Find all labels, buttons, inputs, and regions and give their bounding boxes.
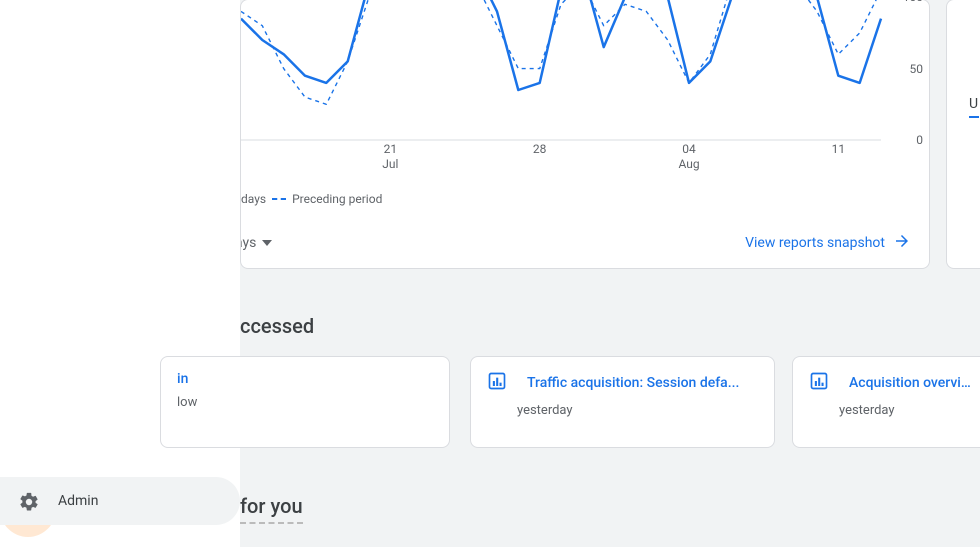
link-text: View reports snapshot xyxy=(745,235,885,251)
recent-card-2-sub: yesterday xyxy=(517,403,758,418)
date-range-selector[interactable]: ays xyxy=(240,235,272,251)
recent-card-2-title: Traffic acquisition: Session defa... xyxy=(527,375,739,391)
recent-card-1-title: in xyxy=(177,371,433,387)
recent-card-3-title: Acquisition overview xyxy=(849,375,976,391)
gear-icon[interactable] xyxy=(18,491,40,517)
chevron-down-icon xyxy=(262,240,272,246)
section-recently-accessed-heading: ccessed xyxy=(240,314,314,338)
dash-swatch-icon xyxy=(272,198,286,200)
content-area: 0 50 100 21Jul 28 04Aug 11 days Preceding per… xyxy=(240,0,980,547)
side-card-partial: U xyxy=(946,0,980,269)
y-tick: 0 xyxy=(916,133,923,147)
bar-chart-icon xyxy=(487,371,507,395)
y-tick: 50 xyxy=(910,62,924,76)
line-chart xyxy=(241,0,921,160)
recent-card-1[interactable]: in low xyxy=(160,356,450,448)
sidebar: Admin xyxy=(0,0,240,547)
x-tick: 21Jul xyxy=(382,142,398,172)
recent-card-1-sub: low xyxy=(177,395,433,410)
chart-card: 0 50 100 21Jul 28 04Aug 11 days Preceding per… xyxy=(240,0,930,269)
bar-chart-icon xyxy=(809,371,829,395)
range-partial: ays xyxy=(240,235,256,251)
side-card-text-partial: U xyxy=(969,96,978,112)
chart-legend: days Preceding period xyxy=(241,192,382,206)
x-tick: 28 xyxy=(533,142,547,157)
recent-card-3[interactable]: Acquisition overview yesterday xyxy=(792,356,980,448)
legend-days-partial: days xyxy=(241,192,266,206)
arrow-right-icon xyxy=(893,232,911,254)
view-reports-link[interactable]: View reports snapshot xyxy=(745,232,911,254)
legend-preceding: Preceding period xyxy=(292,192,382,206)
section-for-you-heading: for you xyxy=(240,494,303,524)
recent-card-2[interactable]: Traffic acquisition: Session defa... yes… xyxy=(470,356,775,448)
y-tick: 100 xyxy=(903,0,923,4)
recent-card-3-sub: yesterday xyxy=(839,403,976,418)
x-tick: 04Aug xyxy=(678,142,699,172)
side-card-underline xyxy=(969,116,979,118)
admin-label: Admin xyxy=(58,493,98,509)
page-root: Admin 0 50 100 21Jul 28 04Aug 11 days Precedi… xyxy=(0,0,980,547)
x-tick: 11 xyxy=(832,142,846,157)
